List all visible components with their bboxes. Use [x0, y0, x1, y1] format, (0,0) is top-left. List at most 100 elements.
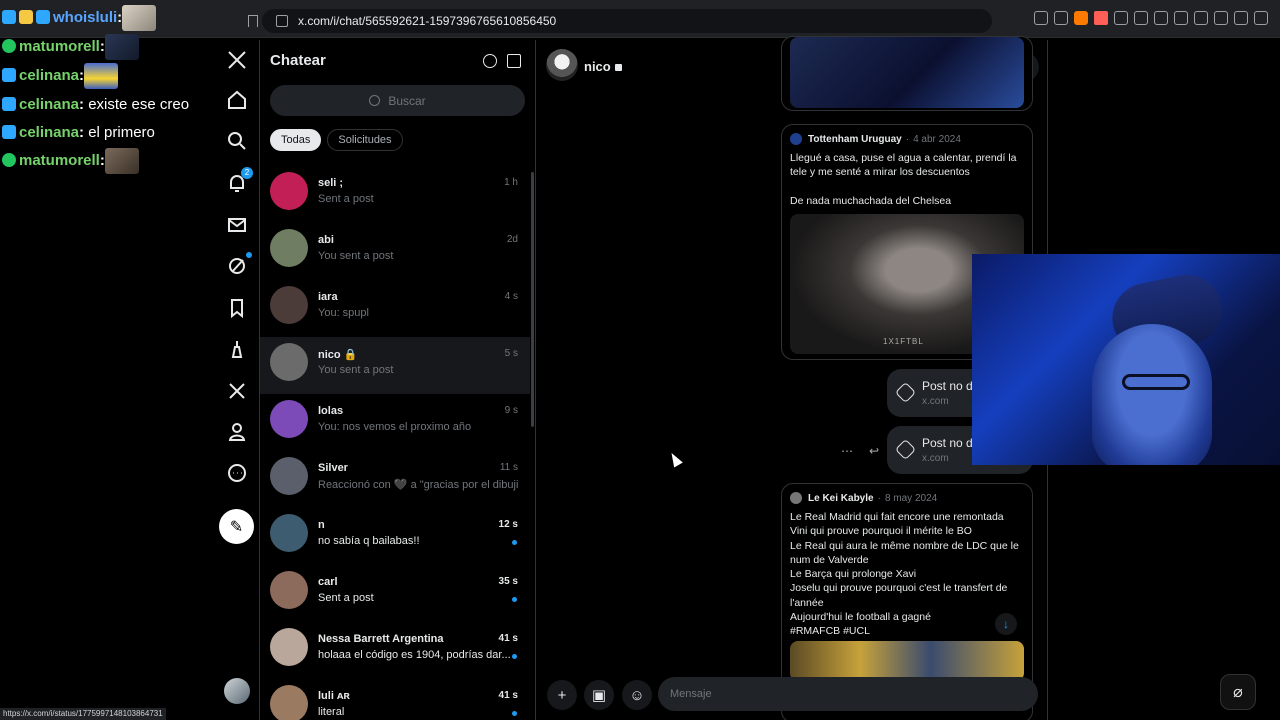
conversation-item[interactable]: carl Sent a post 35 s — [260, 565, 530, 622]
more-icon[interactable] — [225, 461, 249, 485]
leo-ai-icon[interactable] — [1214, 11, 1228, 25]
more-icon[interactable]: ⋯ — [841, 444, 853, 458]
conversation-preview: holaaa el código es 1904, podrías dar... — [318, 649, 511, 661]
brave-rewards-icon[interactable] — [1094, 11, 1108, 25]
scroll-down-icon[interactable]: ↓ — [995, 613, 1017, 635]
overlay-message: celinana: el primero — [2, 124, 155, 141]
conversation-name: abi — [318, 234, 334, 246]
x-logo-icon[interactable] — [225, 48, 249, 72]
contact-avatar[interactable] — [546, 49, 578, 81]
post-author: Tottenham Uruguay · 4 abr 2024 — [790, 133, 961, 145]
webcam-glasses — [1122, 374, 1190, 390]
grok-icon[interactable] — [225, 252, 252, 278]
grok-float-button[interactable]: ⌀ — [1220, 674, 1256, 710]
conversation-item[interactable]: Silver Reaccionó con 🖤 a "gracias por el … — [260, 451, 530, 508]
conversation-name: lolas — [318, 405, 344, 417]
install-app-icon[interactable] — [1034, 11, 1048, 25]
conversation-preview: Sent a post — [318, 193, 374, 205]
webcam-person — [1092, 324, 1212, 465]
primary-nav: 2 ✎ — [215, 40, 259, 720]
overlay-message: matumorell: — [2, 34, 139, 60]
author-avatar — [790, 133, 802, 145]
conversation-avatar[interactable] — [270, 286, 308, 324]
subscriber-badge-icon — [2, 67, 16, 82]
browser-toolbar: x.com/i/chat/565592621-15973967656108564… — [0, 0, 1280, 38]
conversation-item[interactable]: iara You: spupl 4 s — [260, 280, 530, 337]
conversation-avatar[interactable] — [270, 343, 308, 381]
badge-icon — [19, 9, 33, 24]
post-author: Le Kei Kabyle · 8 may 2024 — [790, 492, 937, 504]
author-avatar — [790, 492, 802, 504]
reply-icon[interactable]: ↩ — [869, 444, 879, 458]
conversation-name: iara — [318, 291, 338, 303]
emote-icon — [104, 148, 139, 174]
conversation-avatar[interactable] — [270, 229, 308, 267]
conversation-time: 35 s — [498, 576, 518, 587]
unread-indicator — [512, 597, 517, 602]
message-actions: ⋯ ↩ — [841, 444, 879, 458]
add-attachment-icon[interactable]: + — [547, 680, 577, 710]
panel-title: Chatear — [270, 52, 326, 69]
subscriber-badge-icon — [2, 125, 16, 139]
site-info-icon[interactable] — [276, 15, 288, 27]
conversation-avatar[interactable] — [270, 628, 308, 666]
extensions-icon[interactable] — [1114, 11, 1128, 25]
separator: · — [905, 133, 910, 145]
settings-gear-icon[interactable] — [483, 54, 497, 68]
overlay-username: matumorell — [19, 37, 100, 55]
new-message-icon[interactable] — [507, 54, 521, 68]
conversation-avatar[interactable] — [270, 685, 308, 720]
conversation-time: 41 s — [498, 633, 518, 644]
gif-icon[interactable]: ▣ — [584, 680, 614, 710]
bookmarks-icon[interactable] — [225, 296, 249, 320]
conversation-item[interactable]: nico 🔒 You sent a post 5 s — [260, 337, 530, 394]
wallet-icon[interactable] — [1194, 11, 1208, 25]
home-icon[interactable] — [225, 88, 249, 112]
message-input[interactable]: Mensaje — [658, 677, 1038, 711]
menu-icon[interactable] — [1254, 11, 1268, 25]
screenshot-icon[interactable] — [1134, 11, 1148, 25]
search-icon[interactable] — [225, 129, 249, 153]
conversation-list: seli ; Sent a post 1 h abi You sent a post 2d… — [260, 166, 530, 720]
tab-all[interactable]: Todas — [270, 129, 322, 151]
tab-requests[interactable]: Solicitudes — [327, 129, 403, 151]
conversation-avatar[interactable] — [270, 400, 308, 438]
conversation-item[interactable]: lolas You: nos vemos el proximo año 9 s — [260, 394, 530, 451]
search-input[interactable]: Buscar — [270, 85, 525, 116]
jobs-icon[interactable] — [225, 337, 249, 361]
conversation-item[interactable]: seli ; Sent a post 1 h — [260, 166, 530, 223]
search-placeholder: Buscar — [388, 93, 426, 108]
overlay-username: celinana — [19, 96, 80, 113]
messages-icon[interactable] — [225, 213, 249, 237]
conversation-scrollbar[interactable] — [531, 172, 534, 427]
premium-x-icon[interactable] — [225, 379, 249, 403]
conversation-avatar[interactable] — [270, 172, 308, 210]
media-icon[interactable] — [1154, 11, 1168, 25]
link-icon — [894, 438, 917, 461]
conversation-time: 41 s — [498, 690, 518, 701]
address-bar[interactable]: x.com/i/chat/565592621-15973967656108564… — [262, 9, 992, 33]
conversation-item[interactable]: n no sabía q bailabas!! 12 s — [260, 508, 530, 565]
conversation-time: 4 s — [504, 291, 518, 302]
conversation-item[interactable]: Nessa Barrett Argentina holaaa el código … — [260, 622, 530, 679]
conversation-avatar[interactable] — [270, 571, 308, 609]
post-text: Le Real Madrid qui fait encore une remon… — [790, 511, 1019, 638]
contact-name[interactable]: nico — [584, 59, 622, 74]
post-preview[interactable] — [781, 36, 1033, 111]
share-icon[interactable] — [1054, 11, 1068, 25]
post-date: 8 may 2024 — [884, 492, 938, 504]
notifications-icon[interactable]: 2 — [225, 167, 253, 195]
bookmark-icon[interactable] — [248, 15, 258, 27]
sidebar-icon[interactable] — [1174, 11, 1188, 25]
account-avatar[interactable] — [224, 678, 250, 704]
emoji-icon[interactable]: ☺ — [622, 680, 652, 710]
conversation-preview: You sent a post — [318, 364, 394, 376]
vpn-icon[interactable] — [1234, 11, 1248, 25]
conversation-item[interactable]: abi You sent a post 2d — [260, 223, 530, 280]
compose-post-button[interactable]: ✎ — [219, 509, 254, 544]
profile-icon[interactable] — [225, 420, 249, 444]
brave-shields-icon[interactable] — [1074, 11, 1088, 25]
conversation-avatar[interactable] — [270, 457, 308, 495]
conversation-item[interactable]: luli ᴀʀ literal 41 s — [260, 679, 530, 720]
conversation-avatar[interactable] — [270, 514, 308, 552]
